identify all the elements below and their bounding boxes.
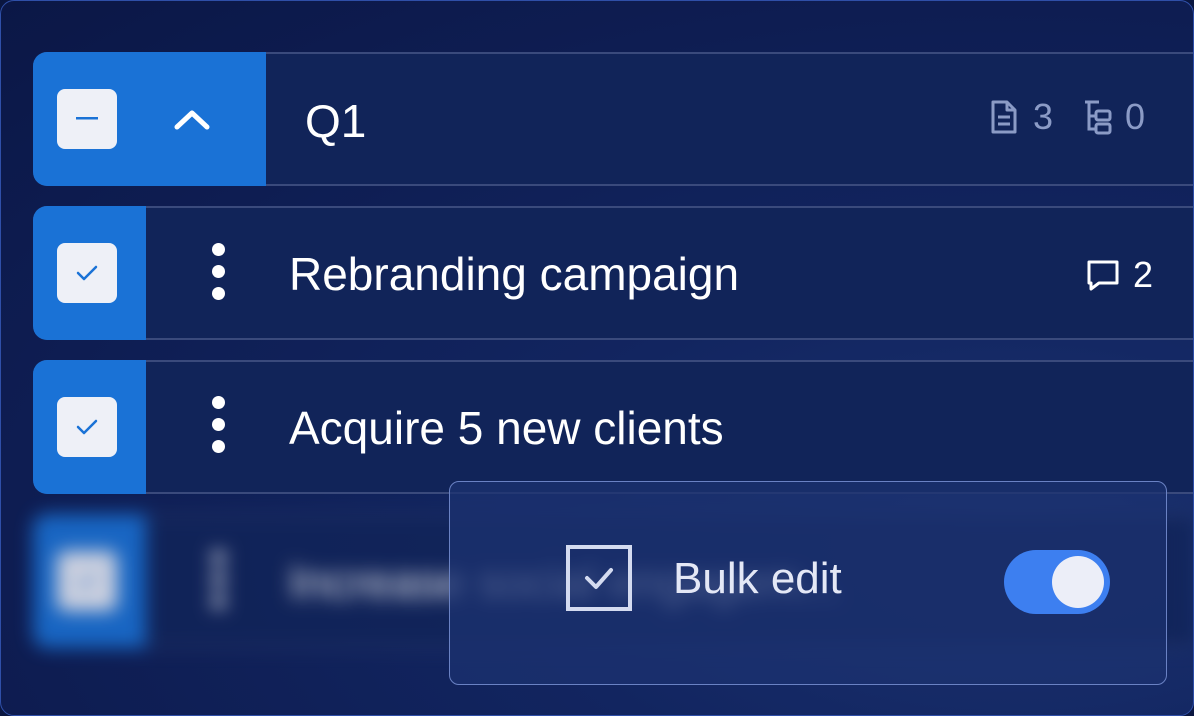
item-checkbox-checked[interactable]	[57, 551, 117, 611]
item-menu-kebab-icon[interactable]	[212, 551, 226, 617]
item-title: Acquire 5 new clients	[289, 402, 724, 454]
task-list-window: Q1 3 0 Rebranding campaign 2 Acquire 5 n…	[0, 0, 1194, 716]
group-row-q1[interactable]: Q1 3 0	[33, 52, 1193, 186]
comment-count-value: 2	[1133, 254, 1154, 295]
list-item[interactable]: Acquire 5 new clients	[33, 360, 1193, 494]
bulk-edit-label: Bulk edit	[673, 554, 842, 603]
item-menu-kebab-icon[interactable]	[212, 396, 226, 462]
collapse-button[interactable]	[163, 96, 221, 142]
group-doc-count: 3	[989, 96, 1053, 138]
checkmark-icon	[76, 265, 98, 281]
item-comment-count[interactable]: 2	[1085, 254, 1153, 296]
item-checkbox-checked[interactable]	[57, 397, 117, 457]
comment-icon	[1087, 260, 1119, 291]
checkmark-icon	[76, 419, 98, 435]
bulk-edit-panel: Bulk edit	[449, 481, 1167, 685]
toggle-knob	[1052, 556, 1104, 608]
minus-icon	[76, 117, 98, 120]
item-checkbox-checked[interactable]	[57, 243, 117, 303]
item-menu-kebab-icon[interactable]	[212, 243, 226, 309]
bulk-edit-toggle[interactable]	[1004, 550, 1110, 614]
group-subtask-count: 0	[1081, 96, 1145, 138]
subtasks-icon	[1085, 100, 1112, 135]
checkmark-icon	[76, 573, 98, 589]
group-select-checkbox-indeterminate[interactable]	[57, 89, 117, 149]
doc-count-value: 3	[1033, 96, 1054, 137]
bulk-edit-checkbox-icon	[566, 545, 632, 611]
document-icon	[991, 100, 1017, 134]
item-title: Rebranding campaign	[289, 248, 740, 300]
chevron-up-icon	[174, 110, 210, 130]
list-item[interactable]: Rebranding campaign 2	[33, 206, 1193, 340]
subtask-count-value: 0	[1125, 96, 1146, 137]
group-title: Q1	[305, 95, 367, 147]
